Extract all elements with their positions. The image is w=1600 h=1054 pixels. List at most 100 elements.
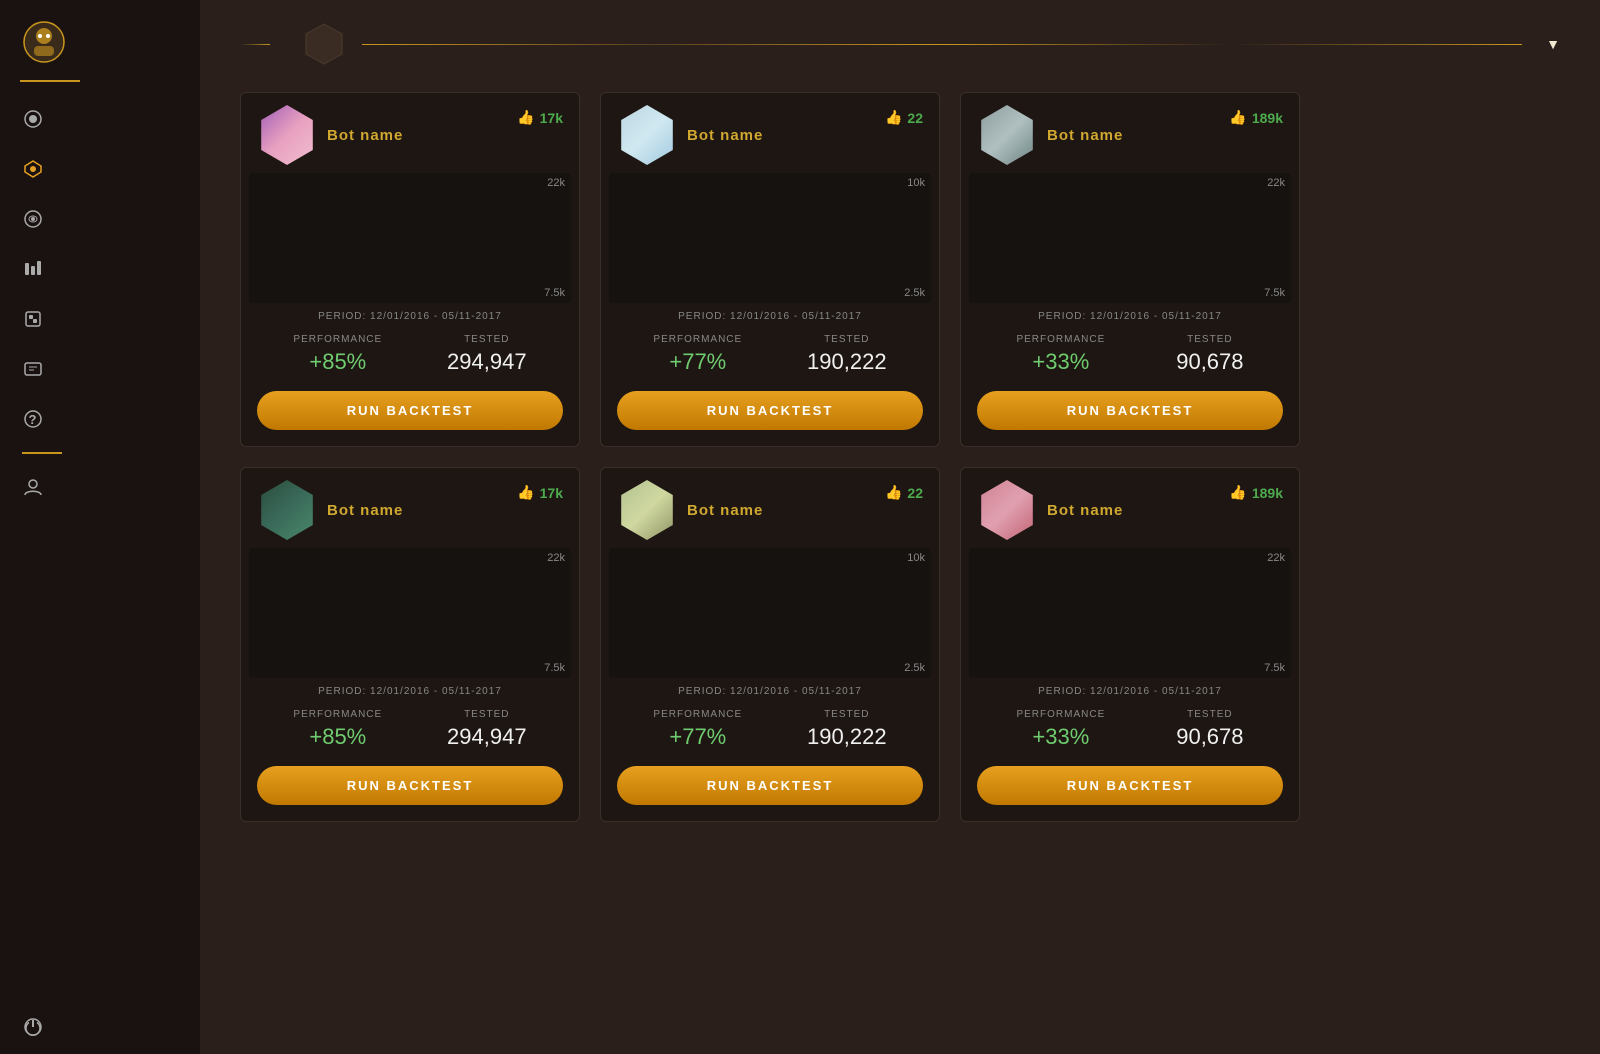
sidebar-item-my-profile[interactable]: [0, 462, 200, 512]
sidebar-item-logout[interactable]: [0, 1000, 80, 1054]
like-count: 189k: [1252, 485, 1283, 501]
card-period: PERIOD: 12/01/2016 - 05/11-2017: [961, 678, 1299, 701]
thumbs-up-icon: 👍: [517, 109, 534, 126]
strategy-card-2: Bot name 👍 22 10k 2.5k PERIOD: 12/01/201…: [600, 92, 940, 447]
like-count: 22: [907, 485, 923, 501]
tested-stat: TESTED 190,222: [807, 709, 887, 750]
run-backtest-button[interactable]: RUN BACKTEST: [977, 766, 1283, 805]
bot-store-icon: [22, 308, 44, 330]
sidebar-item-traders[interactable]: [0, 244, 200, 294]
bot-name: Bot name: [327, 502, 563, 519]
sidebar-item-bot-store[interactable]: [0, 294, 200, 344]
card-chart: 22k 7.5k: [969, 173, 1291, 303]
sidebar-item-pre-order[interactable]: [0, 94, 200, 144]
chart-label-bottom: 7.5k: [1264, 287, 1285, 299]
bot-avatar: [617, 480, 677, 540]
thumbs-up-icon: 👍: [1229, 484, 1246, 501]
sidebar-item-help[interactable]: ?: [0, 394, 200, 444]
card-header: Bot name 👍 189k: [961, 93, 1299, 173]
bot-name: Bot name: [1047, 127, 1283, 144]
sidebar-item-backtests[interactable]: [0, 144, 200, 194]
tested-stat: TESTED 294,947: [447, 709, 527, 750]
like-count: 17k: [540, 485, 563, 501]
run-backtest-button[interactable]: RUN BACKTEST: [977, 391, 1283, 430]
performance-label: PERFORMANCE: [653, 709, 742, 720]
bot-avatar: [977, 480, 1037, 540]
bot-name: Bot name: [1047, 502, 1283, 519]
performance-stat: PERFORMANCE +33%: [1016, 709, 1105, 750]
sidebar: ?: [0, 0, 200, 1054]
strategy-card-3: Bot name 👍 189k 22k 7.5k PERIOD: 12/01/2…: [960, 92, 1300, 447]
sidebar-item-strategies[interactable]: [0, 194, 200, 244]
card-bot-info: Bot name: [1047, 502, 1283, 519]
performance-stat: PERFORMANCE +33%: [1016, 334, 1105, 375]
strategy-card-4: Bot name 👍 17k 22k 7.5k PERIOD: 12/01/20…: [240, 467, 580, 822]
chart-label-bottom: 2.5k: [904, 662, 925, 674]
cards-grid: Bot name 👍 17k 22k 7.5k PERIOD: 12/01/20…: [200, 82, 1600, 1054]
chart-label-bottom: 7.5k: [1264, 662, 1285, 674]
performance-value: +77%: [669, 724, 726, 750]
card-likes: 👍 17k: [517, 109, 563, 126]
card-period: PERIOD: 12/01/2016 - 05/11-2017: [241, 678, 579, 701]
logout-icon: [22, 1016, 44, 1038]
card-chart: 22k 7.5k: [969, 548, 1291, 678]
performance-value: +77%: [669, 349, 726, 375]
run-backtest-button[interactable]: RUN BACKTEST: [257, 391, 563, 430]
card-chart: 10k 2.5k: [609, 173, 931, 303]
performance-label: PERFORMANCE: [1016, 709, 1105, 720]
performance-label: PERFORMANCE: [293, 334, 382, 345]
bot-avatar: [257, 480, 317, 540]
thumbs-up-icon: 👍: [1229, 109, 1246, 126]
card-chart: 22k 7.5k: [249, 548, 571, 678]
page-header: ▼: [200, 0, 1600, 82]
sidebar-divider-top: [20, 80, 80, 82]
card-header: Bot name 👍 17k: [241, 93, 579, 173]
card-button-row: RUN BACKTEST: [241, 762, 579, 821]
strategy-card-5: Bot name 👍 22 10k 2.5k PERIOD: 12/01/201…: [600, 467, 940, 822]
card-header: Bot name 👍 17k: [241, 468, 579, 548]
chart-label-top: 10k: [907, 552, 925, 564]
tested-label: TESTED: [824, 709, 869, 720]
run-backtest-button[interactable]: RUN BACKTEST: [257, 766, 563, 805]
like-count: 189k: [1252, 110, 1283, 126]
tested-stat: TESTED 294,947: [447, 334, 527, 375]
card-header: Bot name 👍 189k: [961, 468, 1299, 548]
cards-row-1: Bot name 👍 17k 22k 7.5k PERIOD: 12/01/20…: [240, 92, 1560, 447]
performance-stat: PERFORMANCE +77%: [653, 334, 742, 375]
performance-stat: PERFORMANCE +85%: [293, 334, 382, 375]
bot-avatar: [257, 105, 317, 165]
card-likes: 👍 189k: [1229, 484, 1283, 501]
strategies-icon: [22, 208, 44, 230]
tested-label: TESTED: [1187, 334, 1232, 345]
chart-label-top: 10k: [907, 177, 925, 189]
header-filter-dropdown[interactable]: ▼: [1538, 36, 1560, 52]
run-backtest-button[interactable]: RUN BACKTEST: [617, 391, 923, 430]
chart-svg: [249, 173, 571, 303]
card-stats: PERFORMANCE +85% TESTED 294,947: [241, 326, 579, 387]
bot-avatar: [617, 105, 677, 165]
logo: [0, 0, 96, 76]
card-likes: 👍 17k: [517, 484, 563, 501]
chart-label-top: 22k: [1267, 177, 1285, 189]
tested-stat: TESTED 90,678: [1176, 334, 1243, 375]
pre-order-icon: [22, 108, 44, 130]
tested-stat: TESTED 90,678: [1176, 709, 1243, 750]
tested-value: 294,947: [447, 724, 527, 750]
card-stats: PERFORMANCE +77% TESTED 190,222: [601, 326, 939, 387]
chart-svg: [609, 548, 931, 678]
like-count: 22: [907, 110, 923, 126]
cards-row-2: Bot name 👍 17k 22k 7.5k PERIOD: 12/01/20…: [240, 467, 1560, 822]
traders-icon: [22, 258, 44, 280]
sidebar-nav: ?: [0, 94, 200, 1000]
simulator-icon: [22, 358, 44, 380]
header-line-left: [240, 44, 270, 45]
sidebar-item-simulator[interactable]: [0, 344, 200, 394]
card-bot-info: Bot name: [687, 127, 923, 144]
chevron-down-icon: ▼: [1546, 36, 1560, 52]
backtests-icon: [22, 158, 44, 180]
performance-value: +85%: [309, 724, 366, 750]
svg-text:?: ?: [29, 412, 38, 427]
run-backtest-button[interactable]: RUN BACKTEST: [617, 766, 923, 805]
card-period: PERIOD: 12/01/2016 - 05/11-2017: [961, 303, 1299, 326]
card-likes: 👍 189k: [1229, 109, 1283, 126]
